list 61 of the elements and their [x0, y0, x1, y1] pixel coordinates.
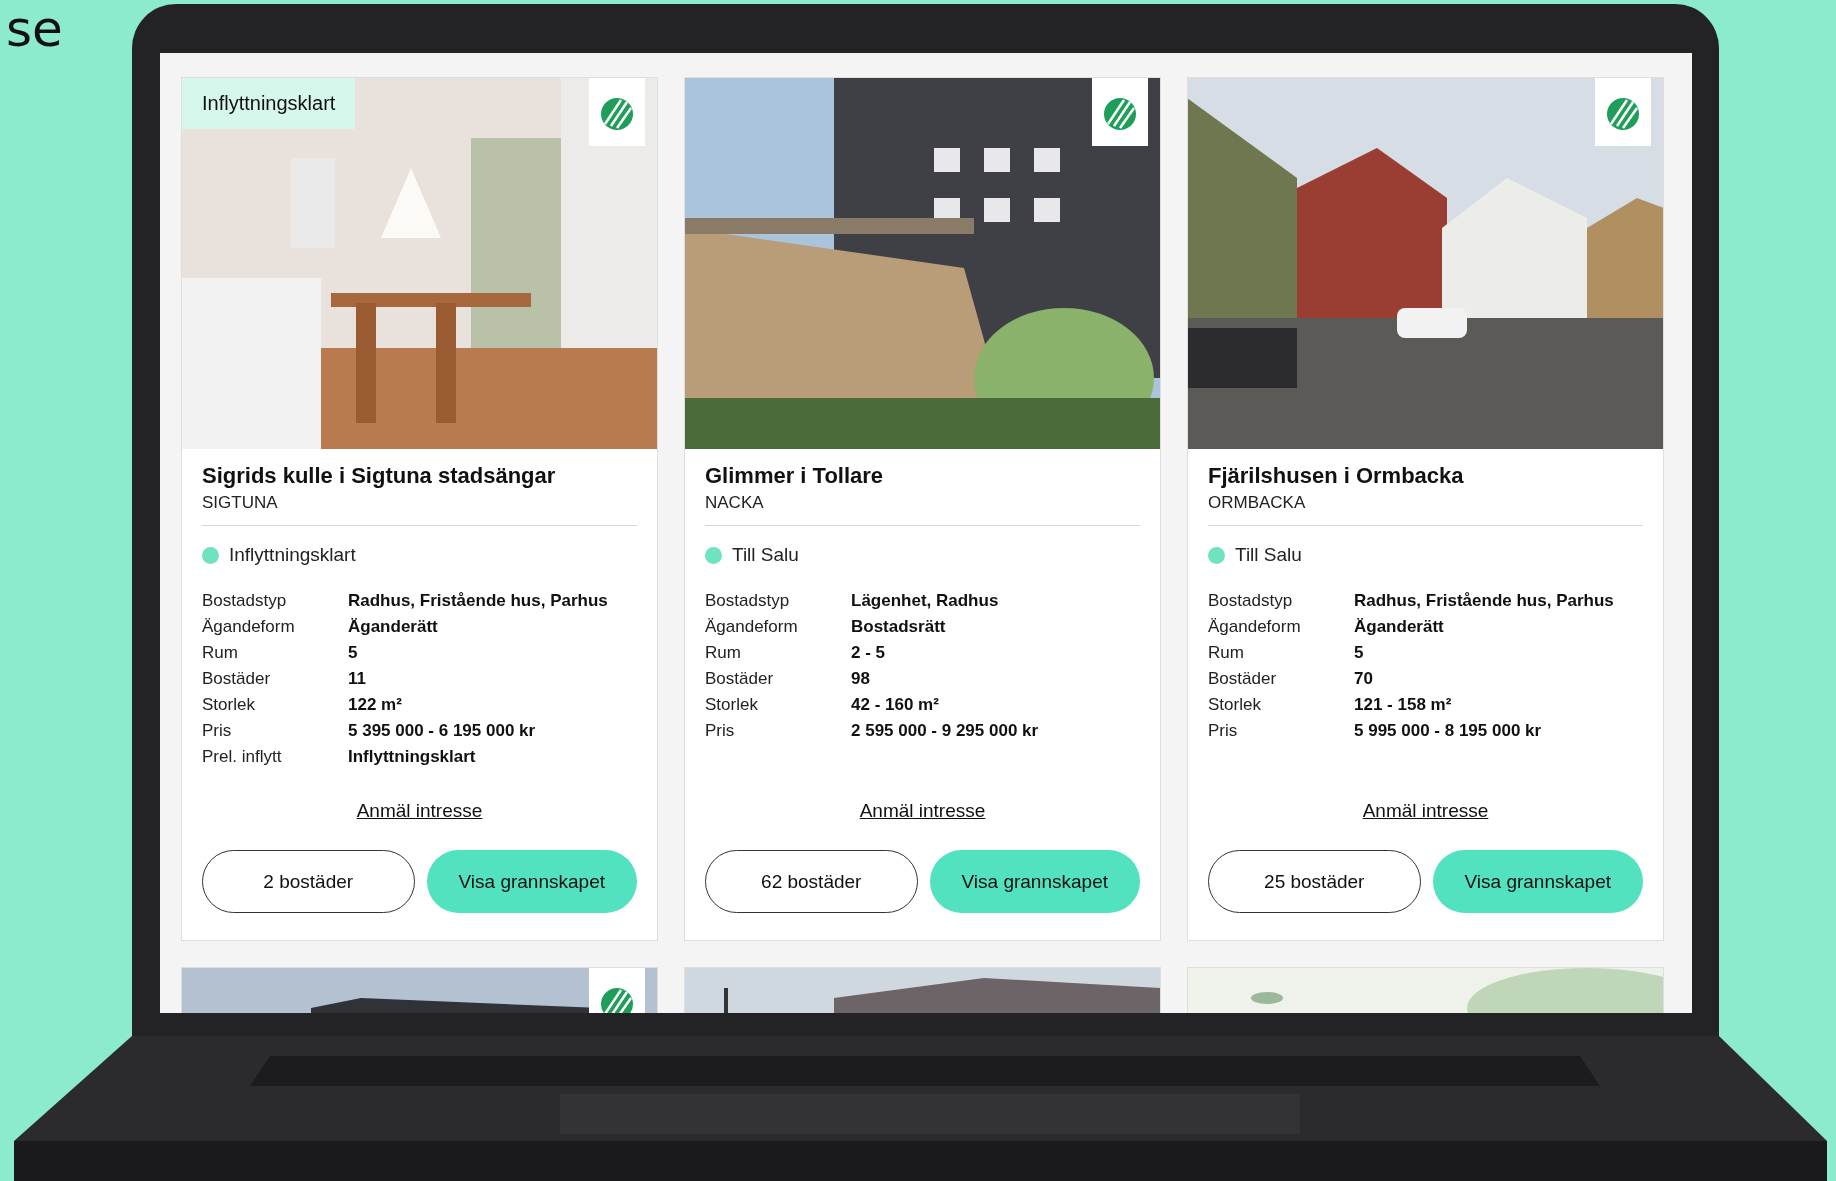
spec-value: 70 — [1354, 668, 1374, 690]
spec-label: Storlek — [202, 694, 256, 716]
spec-label: Ägandeform — [202, 616, 296, 638]
spec-label: Pris — [202, 720, 233, 742]
spec-value: Inflyttningsklart — [348, 746, 477, 768]
status-dot-icon — [202, 546, 219, 564]
spec-label: Bostäder — [705, 668, 775, 690]
register-interest-link[interactable]: Anmäl intresse — [356, 800, 483, 822]
spec-label: Storlek — [705, 694, 759, 716]
spec-label: Bostadstyp — [202, 590, 288, 612]
spec-label: Bostadstyp — [1208, 590, 1294, 612]
spec-label: Ägandeform — [705, 616, 799, 638]
spec-value: 98 — [851, 668, 871, 690]
homes-button[interactable]: 62 bostäder — [705, 850, 918, 913]
project-title: Fjärilshusen i Ormbacka — [1208, 463, 1465, 489]
register-interest-link[interactable]: Anmäl intresse — [1362, 800, 1489, 822]
spec-value: Bostadsrätt — [851, 616, 947, 638]
caption-text: se — [6, 2, 63, 57]
spec-value: 5 — [348, 642, 359, 664]
project-title: Sigrids kulle i Sigtuna stadsängar — [202, 463, 557, 489]
spec-label: Rum — [202, 642, 239, 664]
spec-label: Pris — [1208, 720, 1239, 742]
spec-label: Bostadstyp — [705, 590, 791, 612]
register-interest-link[interactable]: Anmäl intresse — [859, 800, 986, 822]
spec-value: 121 - 158 m² — [1354, 694, 1453, 716]
spec-label: Bostäder — [202, 668, 272, 690]
spec-label: Storlek — [1208, 694, 1262, 716]
area-name: SIGTUNA — [202, 493, 279, 513]
spec-value: 2 - 5 — [851, 642, 887, 664]
spec-value: 2 595 000 - 9 295 000 kr — [851, 720, 1040, 742]
spec-value: 42 - 160 m² — [851, 694, 940, 716]
homes-button[interactable]: 2 bostäder — [202, 850, 415, 913]
spec-label: Ägandeform — [1208, 616, 1302, 638]
area-name: NACKA — [705, 493, 765, 513]
spec-value: 5 — [1354, 642, 1365, 664]
homes-button[interactable]: 25 bostäder — [1208, 850, 1421, 913]
status-text: Till Salu — [1235, 544, 1302, 566]
status-text: Till Salu — [732, 544, 799, 566]
spec-value: 5 995 000 - 8 195 000 kr — [1354, 720, 1543, 742]
project-title: Glimmer i Tollare — [705, 463, 885, 489]
spec-value: 11 — [348, 668, 367, 690]
status-dot-icon — [1208, 546, 1225, 564]
spec-label: Rum — [705, 642, 742, 664]
spec-value: Radhus, Fristående hus, Parhus — [1354, 590, 1615, 612]
neighbourhood-button[interactable]: Visa grannskapet — [1432, 850, 1643, 913]
spec-value: 5 395 000 - 6 195 000 kr — [348, 720, 537, 742]
neighbourhood-button[interactable]: Visa grannskapet — [426, 850, 637, 913]
neighbourhood-button[interactable]: Visa grannskapet — [929, 850, 1140, 913]
status-tag: Inflyttningsklart — [182, 78, 356, 129]
status-text: Inflyttningsklart — [229, 544, 356, 566]
spec-label: Bostäder — [1208, 668, 1278, 690]
spec-value: Radhus, Fristående hus, Parhus — [348, 590, 609, 612]
spec-label: Pris — [705, 720, 736, 742]
spec-value: Äganderätt — [348, 616, 439, 638]
spec-value: Lägenhet, Radhus — [851, 590, 1000, 612]
area-name: ORMBACKA — [1208, 493, 1307, 513]
spec-value: 122 m² — [348, 694, 403, 716]
spec-value: Äganderätt — [1354, 616, 1445, 638]
spec-label: Prel. inflytt — [202, 746, 283, 768]
spec-label: Rum — [1208, 642, 1245, 664]
status-dot-icon — [705, 546, 722, 564]
